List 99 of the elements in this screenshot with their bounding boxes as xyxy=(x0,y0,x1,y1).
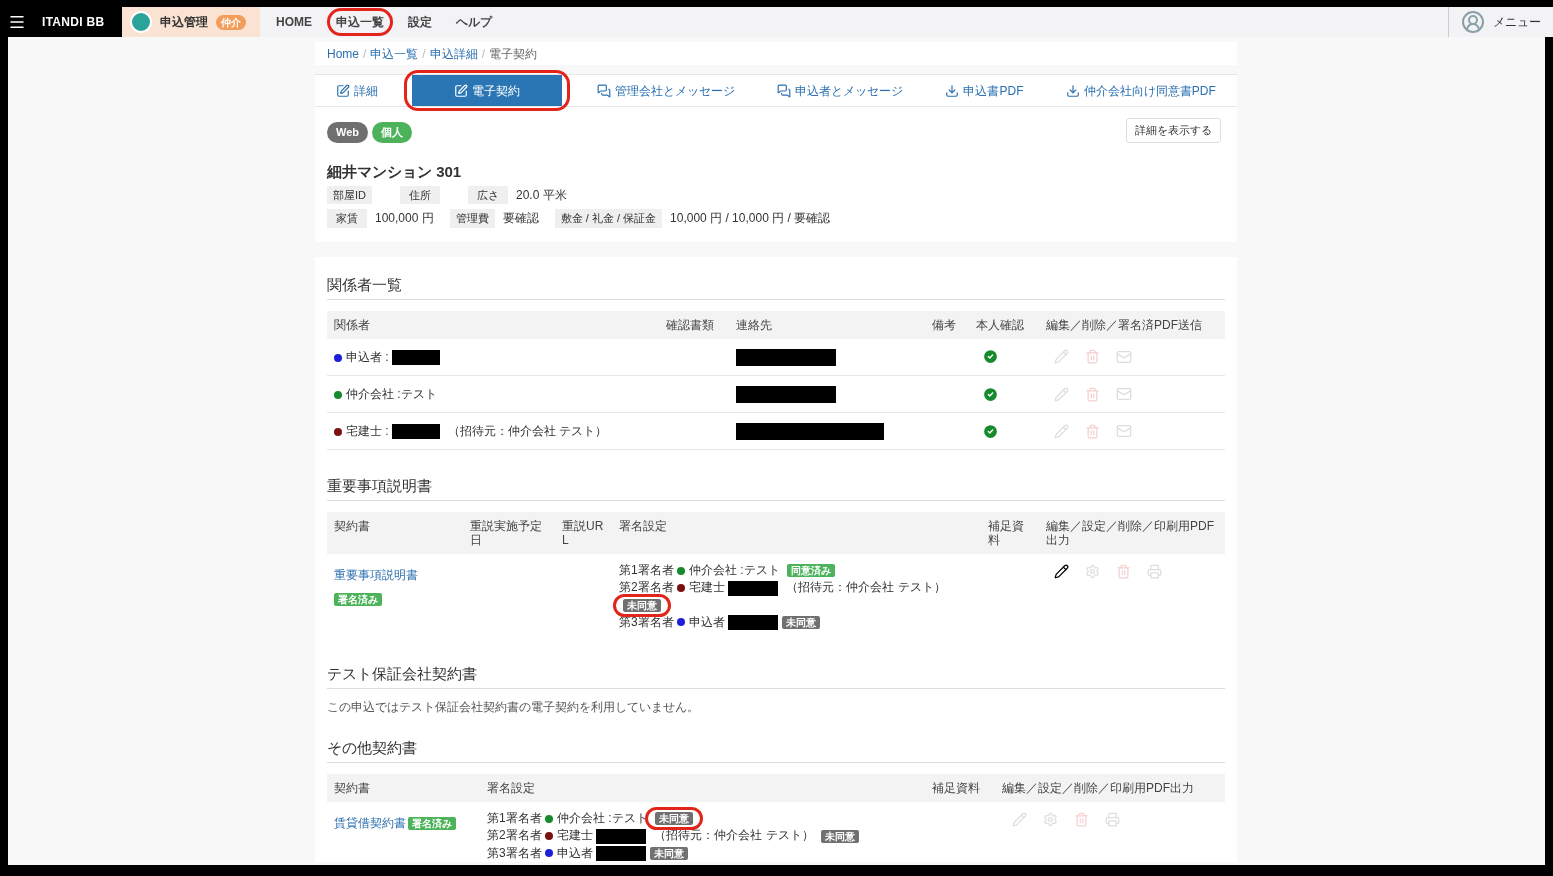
consent-badge: 未同意 xyxy=(782,616,821,629)
redaction-bar xyxy=(728,615,779,630)
signed-badge: 署名済み xyxy=(408,817,456,830)
breadcrumb-link[interactable]: Home xyxy=(327,44,359,63)
field-value: 100,000 円 xyxy=(375,210,434,228)
document-link[interactable]: 重要事項説明書 xyxy=(334,568,418,582)
redaction-bar xyxy=(392,424,440,440)
info-message: この申込ではテスト保証会社契約書の電子契約を利用していません。 xyxy=(327,700,700,714)
breadcrumb-separator: / xyxy=(422,45,426,63)
consent-badge: 同意済み xyxy=(787,564,836,578)
mail-icon[interactable] xyxy=(1116,386,1132,402)
role-badge: 仲介 xyxy=(216,14,246,30)
brand-logo[interactable]: ITANDI BB xyxy=(42,13,105,31)
column-header: 契約書 xyxy=(327,512,463,554)
mail-icon[interactable] xyxy=(1116,348,1132,365)
column-header: 署名設定 xyxy=(612,512,981,554)
consent-badge: 未同意 xyxy=(655,812,694,826)
trash-icon[interactable] xyxy=(1085,423,1100,439)
printer-icon[interactable] xyxy=(1105,812,1120,827)
settings-icon[interactable] xyxy=(1043,812,1058,827)
signer-line: 第1署名者 仲介会社 :テスト 同意済み xyxy=(619,562,974,580)
nav-link[interactable]: 設定 xyxy=(404,13,436,31)
breadcrumb-link[interactable]: 申込詳細 xyxy=(429,44,478,63)
field-label: 広さ xyxy=(468,185,508,204)
column-header: 補足資料 xyxy=(981,512,1039,554)
edit-icon[interactable] xyxy=(1054,564,1069,579)
download-icon xyxy=(945,83,960,98)
column-header: 本人確認 xyxy=(969,310,1039,339)
nav-link[interactable]: HOME xyxy=(272,13,316,31)
download-icon xyxy=(1065,83,1080,98)
field-label: 部屋ID xyxy=(327,185,372,204)
party-label: 宅建士 : （招待元：仲介会社 テスト） xyxy=(334,422,652,440)
column-header: 重説URL xyxy=(555,512,612,554)
tag: 個人 xyxy=(372,122,413,143)
signer-line: 第2署名者 宅建士 （招待元：仲介会社 テスト） 未同意 xyxy=(487,827,918,845)
section-title: その他契約書 xyxy=(327,740,418,756)
field-value: 10,000 円 / 10,000 円 / 要確認 xyxy=(670,210,831,228)
column-header: 確認書類 xyxy=(659,310,729,339)
tab[interactable]: 電子契約 xyxy=(412,75,563,106)
tab[interactable]: 申込者とメッセージ xyxy=(769,75,912,106)
field-label: 敷金 / 礼金 / 保証金 xyxy=(554,209,663,228)
section-title: 関係者一覧 xyxy=(327,276,403,293)
breadcrumb-separator: / xyxy=(363,45,367,63)
edit-icon xyxy=(454,83,469,98)
trash-icon[interactable] xyxy=(1085,349,1100,365)
trash-icon[interactable] xyxy=(1074,812,1089,827)
tab[interactable]: 詳細 xyxy=(328,75,387,106)
column-header: 関係者 xyxy=(327,310,659,339)
trash-icon[interactable] xyxy=(1085,386,1100,402)
property-title: 細井マンション 301 xyxy=(327,162,463,181)
consent-badge: 未同意 xyxy=(623,598,661,612)
column-header: 編集／設定／削除／印刷用PDF出力 xyxy=(995,774,1225,802)
section-title: テスト保証会社契約書 xyxy=(327,666,478,682)
tag: Web xyxy=(327,122,369,143)
nav-link[interactable]: 申込一覧 xyxy=(332,13,388,31)
nav-link[interactable]: ヘルプ xyxy=(452,13,496,31)
chat-icon xyxy=(777,83,792,98)
tab[interactable]: 管理会社とメッセージ xyxy=(588,75,743,106)
breadcrumb-link[interactable]: 申込一覧 xyxy=(370,44,419,63)
party-label: 仲介会社 :テスト xyxy=(334,385,652,403)
user-menu[interactable]: メニュー xyxy=(1493,13,1541,31)
trash-icon[interactable] xyxy=(1116,564,1131,579)
field-value: 要確認 xyxy=(502,210,539,228)
mail-icon[interactable] xyxy=(1116,423,1132,439)
party-label: 申込者 : xyxy=(334,347,652,366)
column-header: 契約書 xyxy=(327,774,480,802)
redaction-bar xyxy=(596,828,647,844)
column-header: 備考 xyxy=(925,310,969,339)
settings-icon[interactable] xyxy=(1085,564,1100,579)
column-header: 編集／設定／削除／印刷用PDF出力 xyxy=(1039,512,1225,554)
redaction-bar xyxy=(728,580,779,596)
signer-line: 第3署名者 申込者 未同意 xyxy=(487,844,918,862)
section-title: 重要事項説明書 xyxy=(327,478,433,494)
field-label: 家賃 xyxy=(327,209,367,228)
column-header: 補足資料 xyxy=(925,774,995,802)
field-label: 住所 xyxy=(400,185,440,204)
column-header: 署名設定 xyxy=(480,774,925,802)
printer-icon[interactable] xyxy=(1147,564,1162,579)
field-value: 20.0 平米 xyxy=(516,186,567,204)
avatar-icon[interactable] xyxy=(1461,10,1485,34)
document-link[interactable]: 賃貸借契約書 xyxy=(334,816,406,830)
redaction-bar xyxy=(596,845,647,861)
column-header: 編集／削除／署名済PDF送信 xyxy=(1039,310,1225,339)
edit-icon xyxy=(336,83,351,98)
tab[interactable]: 申込書PDF xyxy=(937,75,1032,106)
consent-badge: 未同意 xyxy=(821,829,860,843)
column-header: 重説実施予定日 xyxy=(463,512,555,554)
field-label: 管理費 xyxy=(449,209,495,228)
chat-icon xyxy=(596,83,611,98)
tab[interactable]: 仲介会社向け同意書PDF xyxy=(1057,75,1224,106)
breadcrumb-separator: / xyxy=(481,45,486,63)
menu-icon[interactable] xyxy=(8,13,26,31)
redaction-bar xyxy=(392,350,440,366)
app-name: 申込管理 xyxy=(160,14,208,31)
current-page-title: 電子契約 xyxy=(489,45,538,63)
show-details-button[interactable]: 詳細を表示する xyxy=(1126,118,1221,143)
signed-badge: 署名済み xyxy=(334,593,382,606)
column-header: 連絡先 xyxy=(729,310,925,339)
consent-badge: 未同意 xyxy=(650,846,689,860)
